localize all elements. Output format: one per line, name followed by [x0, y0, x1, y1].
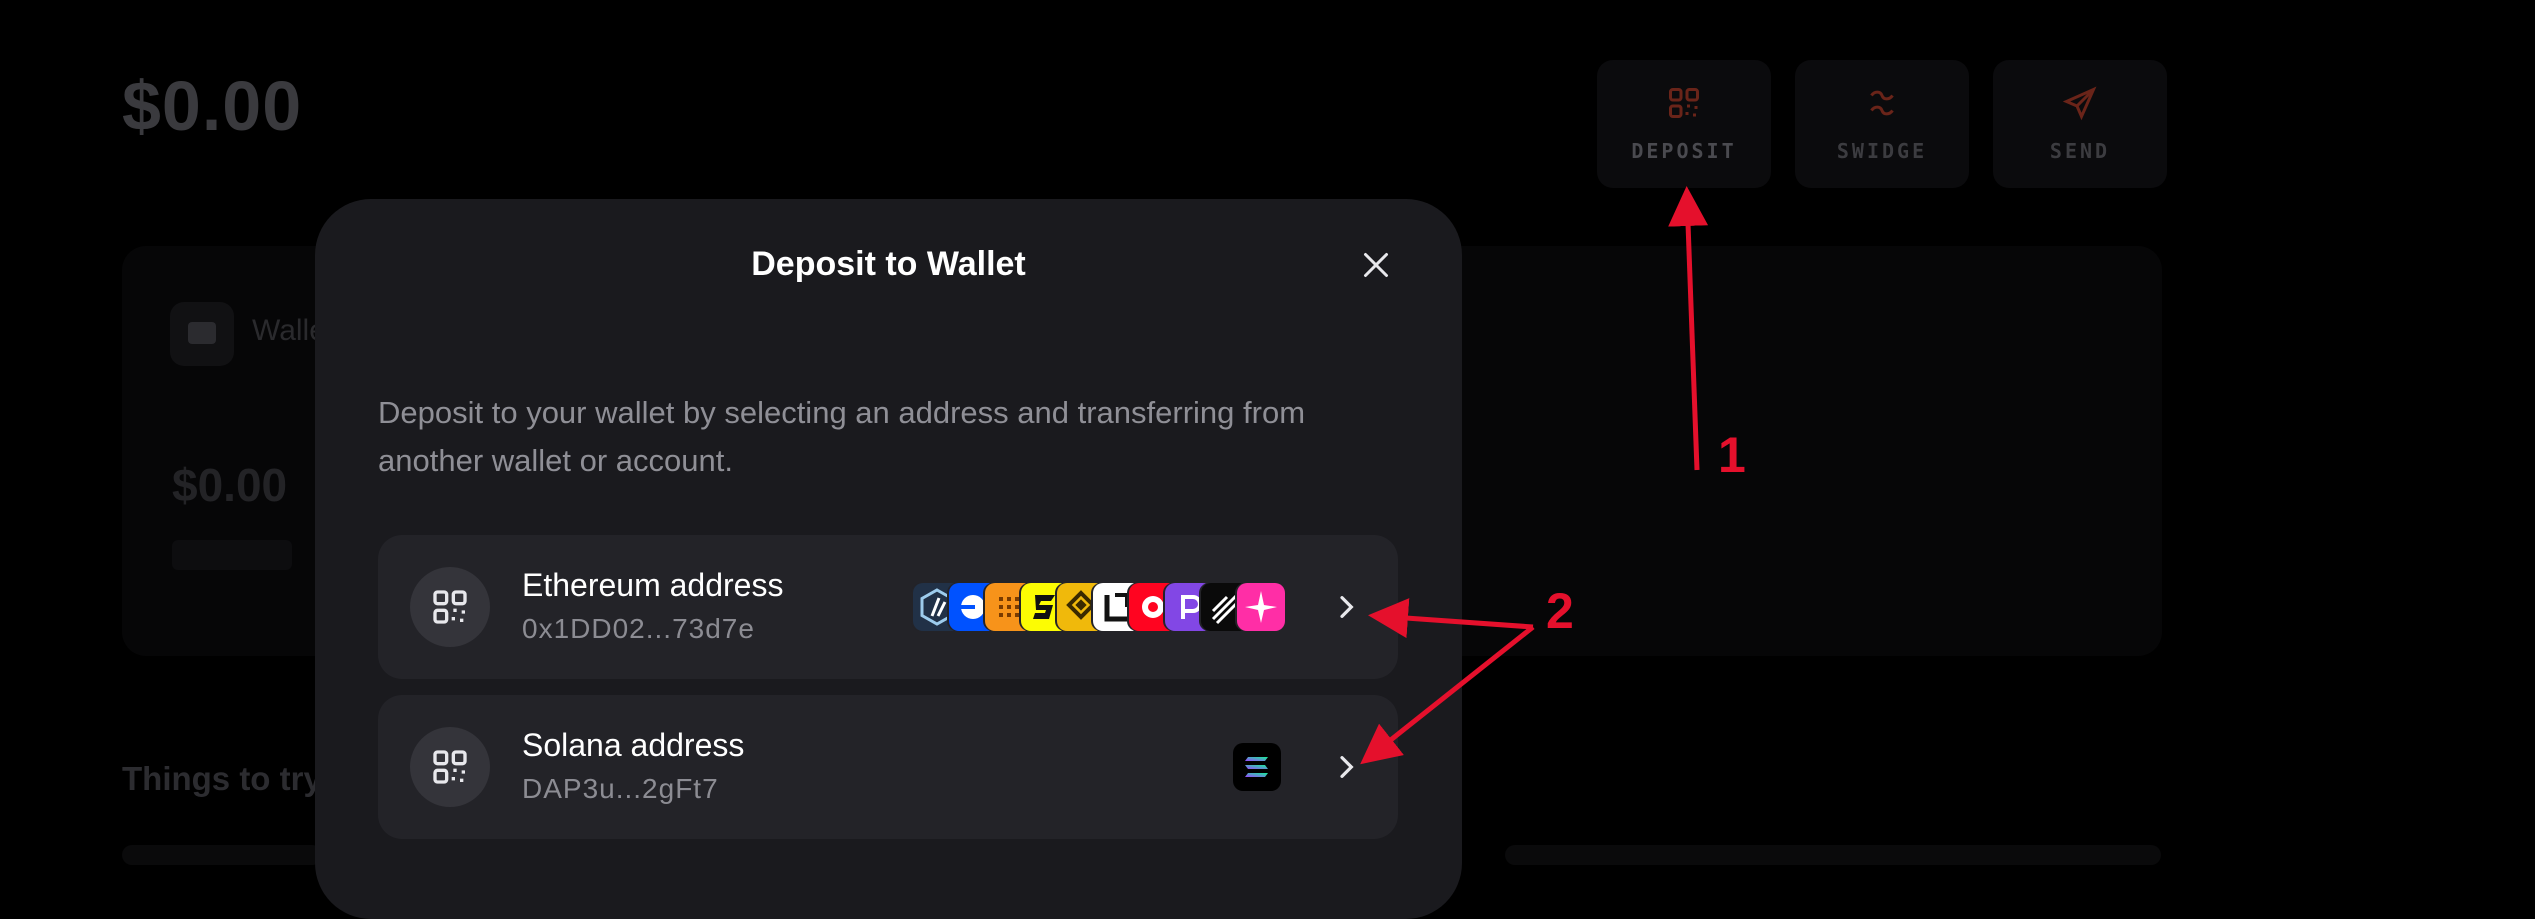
suggestion-card[interactable] [1505, 845, 2161, 865]
solana-icon [1233, 743, 1281, 791]
chevron-right-icon[interactable] [1330, 751, 1362, 783]
solana-address-row[interactable]: Solana address DAP3u...2gFt7 [378, 695, 1398, 839]
qr-code-icon [1669, 88, 1699, 118]
chevron-right-icon[interactable] [1330, 591, 1362, 623]
ethereum-address-row[interactable]: Ethereum address 0x1DD02...73d7e [378, 535, 1398, 679]
modal-title: Deposit to Wallet [751, 245, 1026, 283]
annotation-label-2: 2 [1546, 583, 1574, 639]
deposit-modal: Deposit to Wallet Deposit to your wallet… [315, 199, 1462, 919]
wallet-sub-placeholder [172, 540, 292, 570]
wallet-chip [170, 302, 234, 366]
supported-chains [913, 583, 1285, 631]
address-name: Ethereum address [522, 567, 784, 603]
balance-total: $0.00 [122, 67, 303, 145]
annotation-label-1: 1 [1718, 427, 1746, 483]
swidge-label: SWIDGE [1836, 139, 1928, 163]
things-to-try-heading: Things to try [122, 760, 322, 797]
send-label: SEND [2049, 139, 2111, 163]
swidge-icon [1870, 90, 1894, 116]
address-icon-circle [410, 567, 490, 647]
deposit-label: DEPOSIT [1631, 139, 1737, 163]
paper-plane-icon [2062, 86, 2097, 121]
qr-code-icon [433, 750, 467, 784]
suggestion-card[interactable] [122, 845, 322, 865]
degen-icon [1237, 583, 1285, 631]
address-name: Solana address [522, 727, 745, 763]
wallet-icon [188, 322, 216, 344]
close-icon[interactable] [1358, 247, 1394, 283]
address-value: DAP3u...2gFt7 [522, 773, 719, 804]
swidge-button[interactable]: SWIDGE [1795, 60, 1969, 188]
modal-description: Deposit to your wallet by selecting an a… [378, 395, 1306, 478]
wallet-amount: $0.00 [172, 459, 288, 511]
qr-code-icon [433, 590, 467, 624]
address-icon-circle [410, 727, 490, 807]
deposit-button[interactable]: DEPOSIT [1597, 60, 1771, 188]
address-value: 0x1DD02...73d7e [522, 613, 755, 644]
send-button[interactable]: SEND [1993, 60, 2167, 188]
